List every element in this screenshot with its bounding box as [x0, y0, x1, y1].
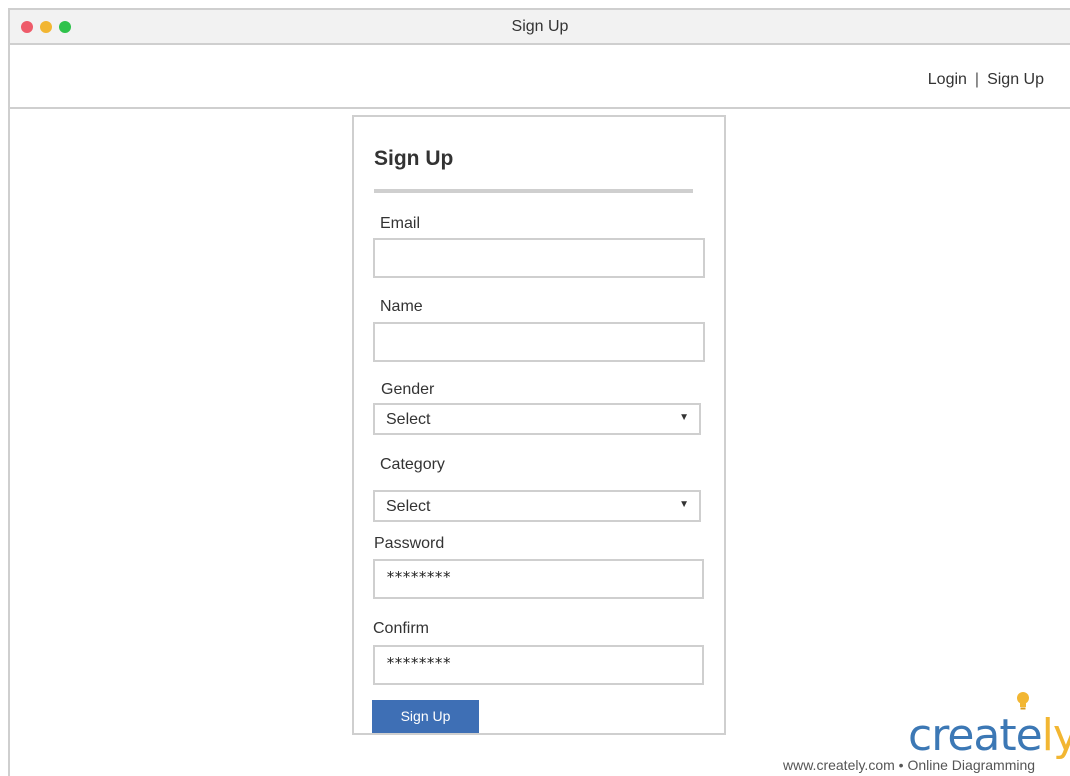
- password-field[interactable]: ********: [373, 559, 704, 599]
- signup-link[interactable]: Sign Up: [987, 71, 1044, 88]
- nav-separator: |: [974, 71, 980, 88]
- top-nav: Login | Sign Up: [928, 71, 1044, 89]
- category-label: Category: [380, 456, 445, 473]
- signup-submit-button[interactable]: Sign Up: [372, 700, 479, 733]
- lightbulb-icon: [1017, 692, 1029, 710]
- logo-text-end: ly: [1041, 710, 1070, 761]
- email-label: Email: [380, 215, 421, 232]
- title-bar: Sign Up: [10, 10, 1070, 45]
- chevron-down-icon: ▼: [679, 412, 689, 423]
- form-title: Sign Up: [374, 147, 454, 170]
- gender-select-value: Select: [386, 411, 431, 428]
- creately-logo: creately: [908, 710, 1070, 761]
- gender-select[interactable]: Select ▼: [373, 403, 701, 435]
- title-divider: [374, 189, 693, 193]
- email-field[interactable]: [373, 238, 705, 278]
- site-header: Login | Sign Up: [10, 45, 1070, 109]
- watermark-footer: www.creately.com • Online Diagramming: [783, 757, 1036, 773]
- logo-text-main: create: [908, 710, 1043, 761]
- signup-form-card: Sign Up Email Name Gender Select ▼ Categ…: [352, 115, 726, 735]
- gender-label: Gender: [381, 381, 435, 398]
- name-label: Name: [380, 298, 423, 315]
- name-field[interactable]: [373, 322, 705, 362]
- window-title: Sign Up: [511, 18, 569, 35]
- confirm-password-field[interactable]: ********: [373, 645, 704, 685]
- login-link[interactable]: Login: [928, 71, 967, 88]
- category-select-value: Select: [386, 498, 431, 515]
- category-select[interactable]: Select ▼: [373, 490, 701, 522]
- confirm-password-value: ********: [386, 654, 451, 672]
- chevron-down-icon: ▼: [679, 499, 689, 510]
- password-label: Password: [374, 535, 445, 552]
- password-value: ********: [386, 568, 451, 586]
- confirm-label: Confirm: [373, 620, 430, 637]
